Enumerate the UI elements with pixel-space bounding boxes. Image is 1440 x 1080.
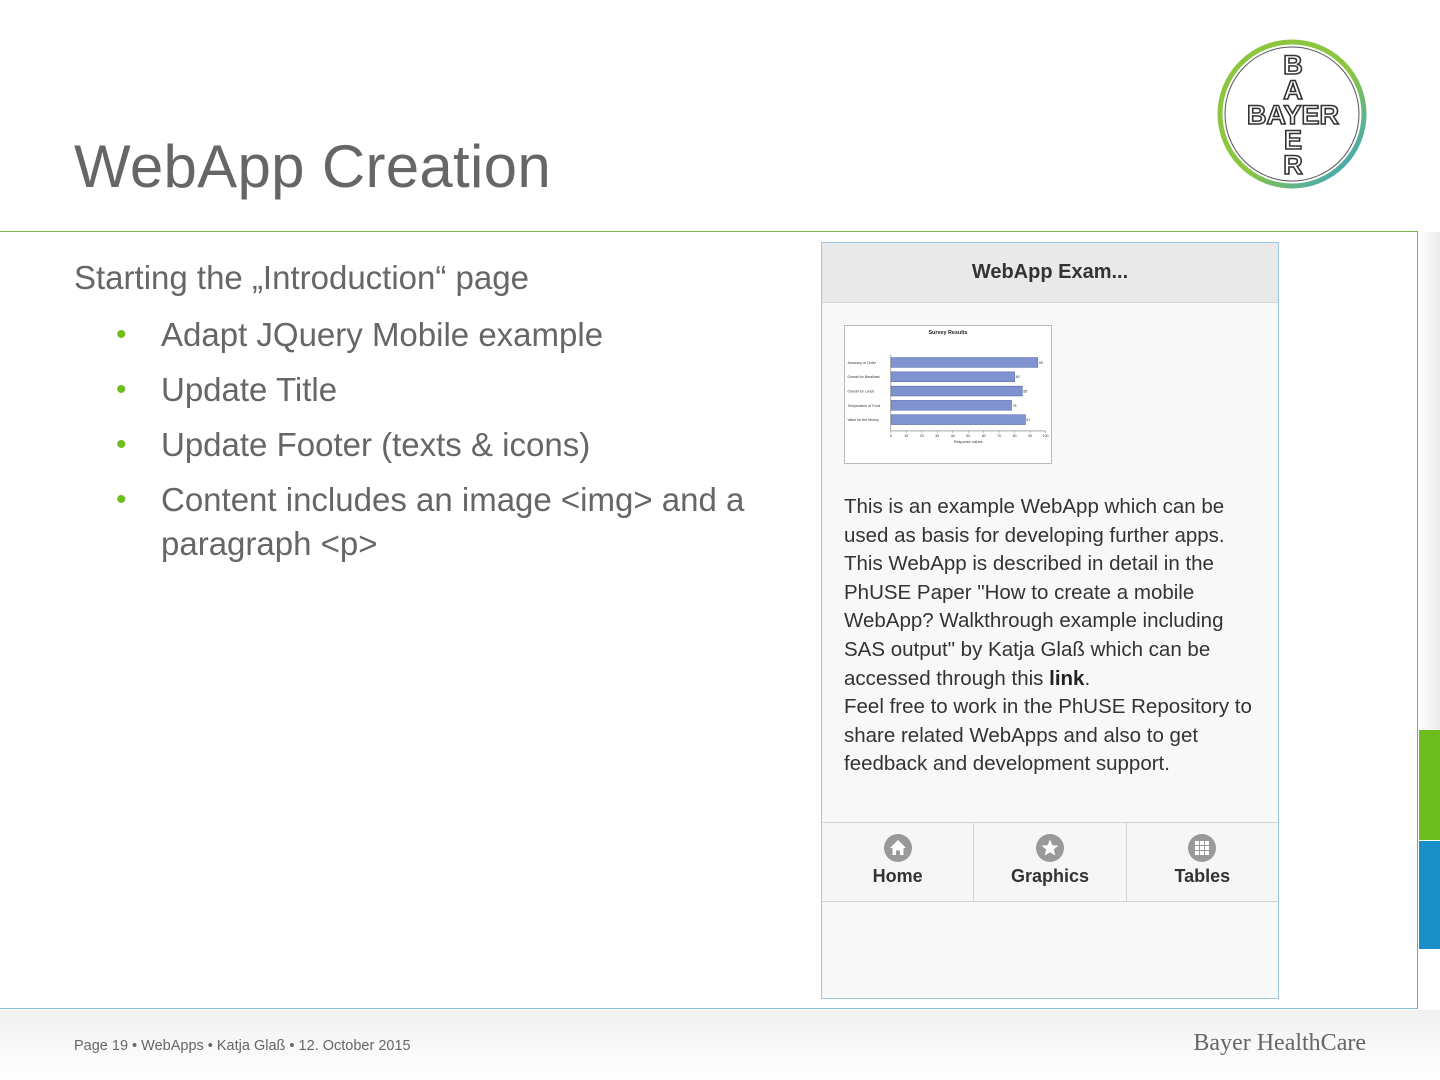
chart-category-label: Overall for Breakfast [847, 375, 879, 379]
webapp-paragraph-2: Feel free to work in the PhUSE Repositor… [844, 695, 1252, 776]
chart-title: Survey Results [928, 330, 967, 336]
tab-home-label: Home [872, 866, 923, 886]
footer-page-info: Page 19 • WebApps • Katja Glaß • 12. Oct… [74, 1038, 411, 1054]
chart-tick-label: 70 [997, 434, 1001, 438]
chart-xlabel: Response values [954, 440, 983, 444]
webapp-header-title: WebApp Exam... [822, 243, 1278, 303]
chart-tick-label: 100 [1043, 434, 1049, 438]
chart-tick-label: 10 [904, 434, 908, 438]
survey-chart: Survey Results Accuracy of Order 95 Overall… [844, 325, 1052, 464]
chart-data-label: 85 [1023, 390, 1027, 394]
paper-link[interactable]: link [1049, 667, 1084, 690]
bullet-list: • Adapt JQuery Mobile example • Update Tit… [74, 313, 794, 577]
chart-tick-label: 50 [966, 434, 970, 438]
accent-bar-blue [1419, 841, 1440, 949]
chart-category-label: Accuracy of Order [847, 361, 876, 365]
bullet-dot-icon: • [116, 483, 127, 516]
chart-data-label: 80 [1016, 375, 1020, 379]
bullet-dot-icon: • [116, 318, 127, 351]
tab-home[interactable]: Home [822, 823, 975, 901]
tab-graphics[interactable]: Graphics [974, 823, 1127, 901]
footer-brand: Bayer HealthCare [1193, 1030, 1366, 1056]
webapp-paragraph-1: This is an example WebApp which can be u… [844, 495, 1225, 690]
chart-tick-label: 60 [982, 434, 986, 438]
chart-tick-label: 90 [1028, 434, 1032, 438]
chart-bar [890, 385, 1023, 397]
grid-icon [1188, 834, 1217, 862]
bullet-item: • Content includes an image <img> and a p… [74, 478, 794, 566]
chart-bar [890, 357, 1039, 368]
chart-tick-label: 0 [890, 434, 892, 438]
star-icon [1035, 834, 1064, 862]
chart-tick-label: 40 [951, 434, 955, 438]
chart-category-label: Value for the Money [847, 418, 879, 422]
chart-tick-label: 80 [1013, 434, 1017, 438]
right-shade [1419, 232, 1440, 730]
tab-graphics-label: Graphics [1010, 866, 1089, 886]
intro-text: Starting the „Introduction“ page [74, 259, 529, 296]
slide: WebApp Creation B A BAYER E R Starting t… [0, 0, 1440, 1080]
chart-data-label: 95 [1039, 361, 1043, 365]
webapp-screenshot: WebApp Exam... Survey Results Accuracy of… [821, 242, 1279, 999]
webapp-paragraph: This is an example WebApp which can be u… [844, 493, 1254, 779]
chart-tick-label: 20 [920, 434, 924, 438]
chart-category-label: Overall for Lunch [847, 390, 874, 394]
chart-data-label: 87 [1026, 418, 1030, 422]
tab-tables[interactable]: Tables [1127, 823, 1278, 901]
tab-tables-label: Tables [1174, 866, 1231, 886]
chart-tick-label: 30 [935, 434, 939, 438]
webapp-footer-navbar: Home Graphics Tables [822, 822, 1278, 902]
chart-bar [890, 371, 1015, 382]
page-title: WebApp Creation [74, 133, 551, 200]
bullet-dot-icon: • [116, 428, 127, 461]
bullet-item: • Adapt JQuery Mobile example [74, 313, 794, 357]
bullet-dot-icon: • [116, 373, 127, 406]
chart-data-label: 78 [1013, 404, 1017, 408]
chart-category-label: Temperature of Food [847, 404, 880, 408]
home-icon [883, 834, 912, 862]
chart-bar [890, 414, 1026, 425]
accent-bar-green [1419, 730, 1440, 840]
logo-letter-r: R [1283, 150, 1303, 180]
bayer-logo: B A BAYER E R [1217, 39, 1367, 189]
survey-chart-svg: Survey Results Accuracy of Order 95 Overall… [847, 330, 1049, 444]
chart-bar [890, 400, 1012, 411]
bullet-item: • Update Footer (texts & icons) [74, 423, 794, 467]
bullet-item: • Update Title [74, 368, 794, 412]
